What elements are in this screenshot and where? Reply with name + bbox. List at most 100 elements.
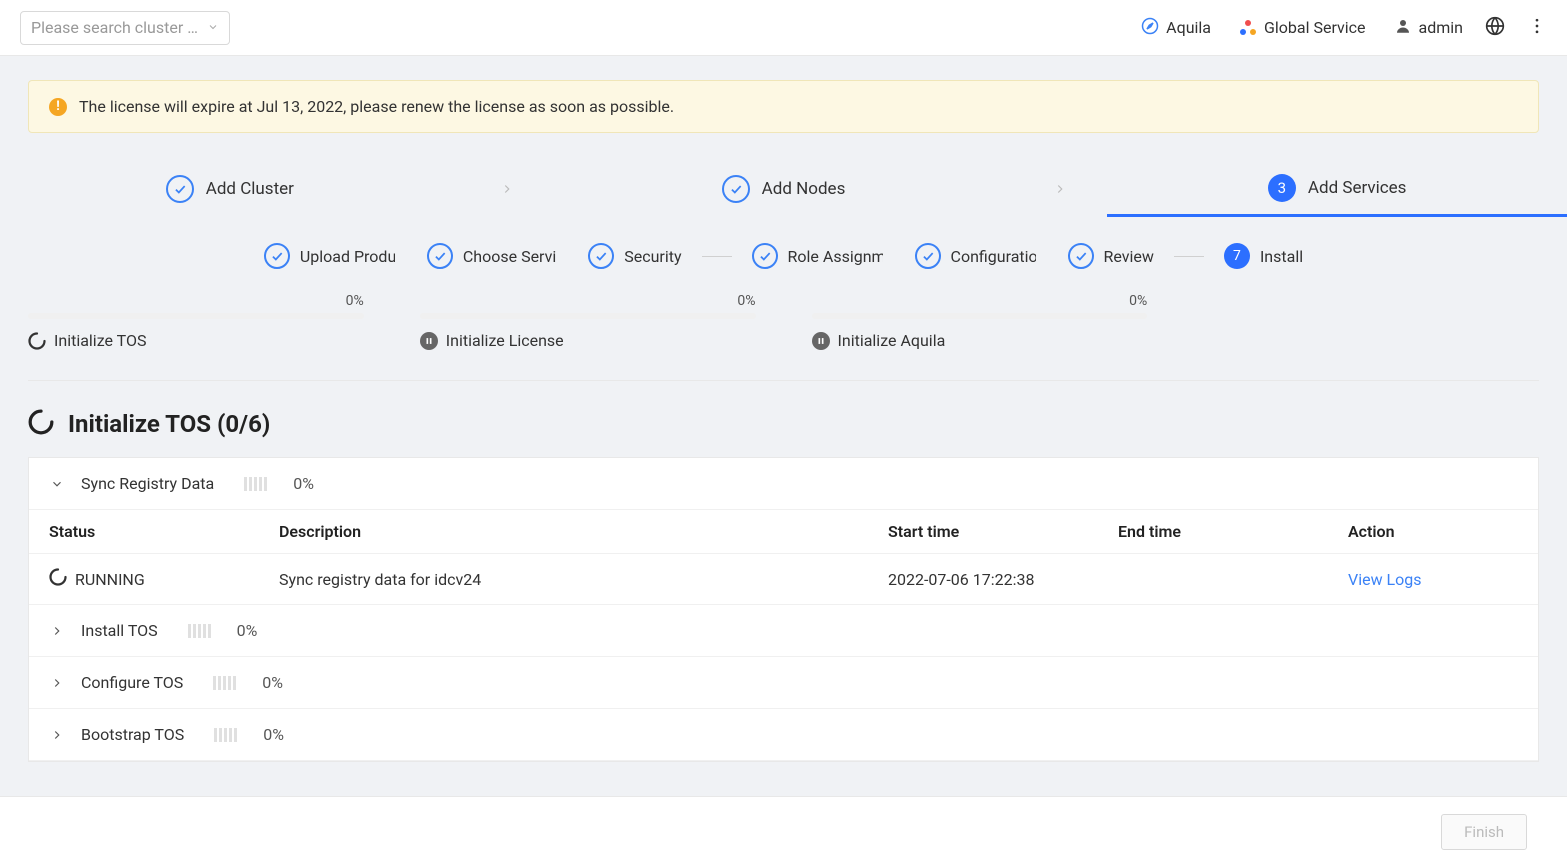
substep-label: Security <box>624 247 681 266</box>
header-global-service-link[interactable]: Global Service <box>1239 18 1366 37</box>
header-aquila-link[interactable]: Aquila <box>1141 17 1211 39</box>
mini-progress-icon <box>213 676 236 690</box>
step-label: Add Services <box>1308 178 1407 198</box>
check-icon <box>915 243 941 269</box>
view-logs-link[interactable]: View Logs <box>1348 570 1422 589</box>
section-title: Initialize TOS (0/6) <box>68 410 270 438</box>
step-label: Add Nodes <box>762 179 846 199</box>
substep-label: Upload Produ <box>300 247 395 266</box>
mini-progress-icon <box>244 477 267 491</box>
group-install-tos[interactable]: Install TOS 0% <box>29 605 1538 657</box>
progress-percent: 0% <box>1129 293 1147 309</box>
step-add-cluster[interactable]: Add Cluster <box>0 161 460 217</box>
col-end-time: End time <box>1118 522 1348 541</box>
substep-upload-product[interactable]: Upload Produ <box>252 243 407 269</box>
group-bootstrap-tos[interactable]: Bootstrap TOS 0% <box>29 709 1538 761</box>
substep-number: 7 <box>1224 243 1250 269</box>
header-more-button[interactable] <box>1527 16 1547 40</box>
table-header: Status Description Start time End time A… <box>29 510 1538 554</box>
table-row: RUNNING Sync registry data for idcv24 20… <box>29 554 1538 605</box>
chevron-right-icon <box>49 676 65 690</box>
check-icon <box>1068 243 1094 269</box>
apps-icon <box>1239 19 1257 37</box>
footer-bar: Finish <box>0 796 1567 866</box>
group-sync-registry-data[interactable]: Sync Registry Data 0% <box>29 458 1538 510</box>
pause-icon <box>812 332 830 350</box>
step-number: 3 <box>1268 174 1296 202</box>
header-aquila-label: Aquila <box>1166 18 1211 37</box>
check-icon <box>264 243 290 269</box>
step-add-nodes[interactable]: Add Nodes <box>554 161 1014 217</box>
warning-icon: ! <box>49 98 67 116</box>
substep-role-assign[interactable]: Role Assignm <box>740 243 895 269</box>
spinner-icon <box>28 409 54 439</box>
substep-configuration[interactable]: Configuration <box>903 243 1048 269</box>
cluster-search-placeholder: Please search cluster … <box>31 18 198 37</box>
row-status: RUNNING <box>75 570 145 589</box>
main-steps-nav: Add Cluster Add Nodes 3 Add Services <box>0 161 1567 217</box>
task-panel: Sync Registry Data 0% Status Description… <box>28 457 1539 762</box>
license-alert: ! The license will expire at Jul 13, 202… <box>28 80 1539 133</box>
section-title-row: Initialize TOS (0/6) <box>0 381 1567 457</box>
sub-steps-nav: Upload Produ Choose Servi Security Role … <box>0 243 1567 275</box>
progress-label: Initialize Aquila <box>838 331 946 350</box>
group-percent: 0% <box>237 621 258 640</box>
connector-line <box>1174 256 1204 257</box>
substep-security[interactable]: Security <box>576 243 693 269</box>
spinner-icon <box>28 332 46 350</box>
top-header: Please search cluster … Aquila Global Se… <box>0 0 1567 56</box>
step-add-services[interactable]: 3 Add Services <box>1107 161 1567 217</box>
pause-icon <box>420 332 438 350</box>
substep-review[interactable]: Review <box>1056 243 1166 269</box>
progress-label: Initialize TOS <box>54 331 146 350</box>
chevron-right-icon <box>49 624 65 638</box>
group-name: Install TOS <box>81 621 158 640</box>
substep-label: Review <box>1104 247 1154 266</box>
group-name: Sync Registry Data <box>81 474 214 493</box>
header-language-button[interactable] <box>1485 16 1505 40</box>
progress-initialize-aquila: 0% Initialize Aquila <box>784 293 1176 350</box>
chevron-right-icon <box>1013 177 1107 201</box>
substep-label: Configuration <box>951 247 1036 266</box>
progress-initialize-license: 0% Initialize License <box>392 293 784 350</box>
connector-line <box>702 256 732 257</box>
col-action: Action <box>1348 522 1518 541</box>
alert-text: The license will expire at Jul 13, 2022,… <box>79 97 674 116</box>
substep-label: Install <box>1260 247 1303 266</box>
row-description: Sync registry data for idcv24 <box>279 570 888 589</box>
header-user-menu[interactable]: admin <box>1394 17 1463 39</box>
check-icon <box>166 175 194 203</box>
step-label: Add Cluster <box>206 179 294 199</box>
header-user-label: admin <box>1419 18 1463 37</box>
check-icon <box>752 243 778 269</box>
chevron-down-icon <box>207 18 219 37</box>
substep-label: Choose Servi <box>463 247 556 266</box>
check-icon <box>427 243 453 269</box>
group-percent: 0% <box>263 725 284 744</box>
progress-percent: 0% <box>737 293 755 309</box>
chevron-right-icon <box>460 177 554 201</box>
col-start-time: Start time <box>888 522 1118 541</box>
mini-progress-icon <box>214 728 237 742</box>
group-configure-tos[interactable]: Configure TOS 0% <box>29 657 1538 709</box>
chevron-down-icon <box>49 477 65 491</box>
substep-choose-service[interactable]: Choose Servi <box>415 243 568 269</box>
substep-install[interactable]: 7 Install <box>1212 243 1315 269</box>
header-global-label: Global Service <box>1264 18 1366 37</box>
progress-row: 0% Initialize TOS 0% Initialize License … <box>0 293 1567 350</box>
spinner-icon <box>49 568 67 590</box>
finish-button[interactable]: Finish <box>1441 814 1527 850</box>
progress-label: Initialize License <box>446 331 564 350</box>
group-percent: 0% <box>262 673 283 692</box>
chevron-right-icon <box>49 728 65 742</box>
group-percent: 0% <box>293 474 314 493</box>
check-icon <box>722 175 750 203</box>
group-name: Configure TOS <box>81 673 183 692</box>
col-description: Description <box>279 522 888 541</box>
col-status: Status <box>49 522 279 541</box>
compass-icon <box>1141 17 1159 39</box>
progress-percent: 0% <box>346 293 364 309</box>
cluster-search-select[interactable]: Please search cluster … <box>20 11 230 45</box>
group-name: Bootstrap TOS <box>81 725 184 744</box>
progress-cell-empty <box>1175 293 1567 350</box>
